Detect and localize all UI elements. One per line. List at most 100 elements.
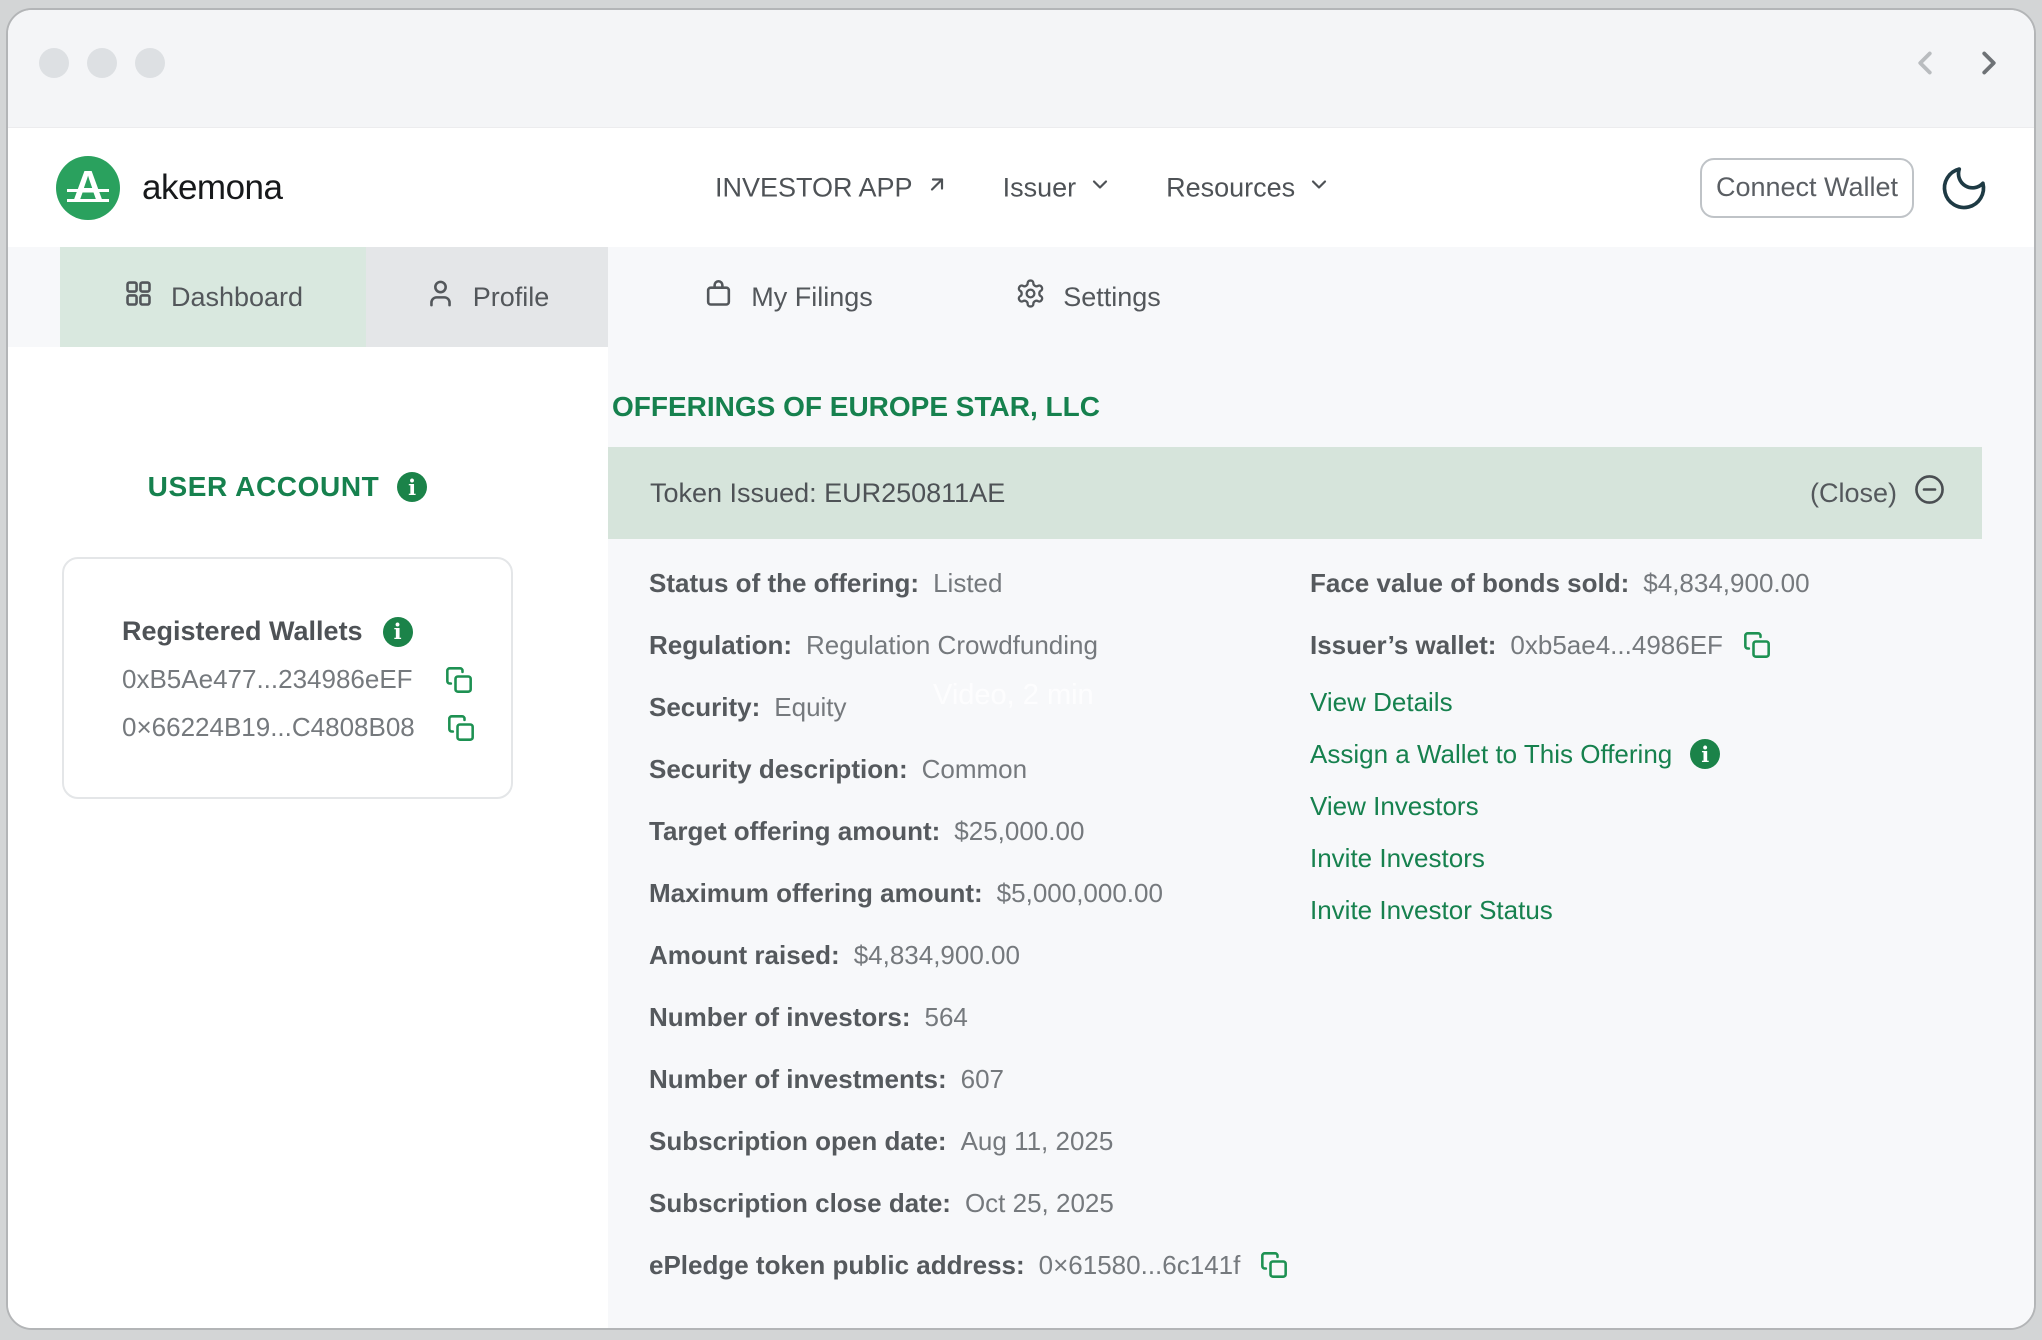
detail-value: 0xb5ae4...4986EF bbox=[1510, 630, 1723, 661]
browser-window: A akemona INVESTOR APP Issuer Resources bbox=[6, 8, 2036, 1330]
detail-label: Maximum offering amount: bbox=[649, 878, 983, 909]
arrow-up-right-icon bbox=[925, 172, 949, 203]
wallet-address: 0×66224B19...C4808B08 bbox=[122, 712, 415, 743]
action-link[interactable]: View Investors bbox=[1310, 780, 2030, 832]
detail-value: $4,834,900.00 bbox=[854, 940, 1020, 971]
chevron-left-icon bbox=[1906, 44, 1944, 87]
action-link[interactable]: Invite Investor Status bbox=[1310, 884, 2030, 936]
detail-value: 607 bbox=[961, 1064, 1004, 1095]
registered-wallets-title: Registered Wallets bbox=[122, 616, 363, 647]
tab-dashboard[interactable]: Dashboard bbox=[60, 247, 366, 347]
info-icon[interactable]: i bbox=[397, 472, 427, 502]
user-icon bbox=[425, 278, 456, 316]
moon-theme-toggle-icon[interactable] bbox=[1932, 156, 1995, 219]
action-link-label: View Details bbox=[1310, 687, 1453, 718]
window-controls bbox=[39, 48, 165, 78]
detail-value: Aug 11, 2025 bbox=[961, 1126, 1114, 1157]
detail-row: Number of investors: 564 bbox=[649, 986, 1288, 1048]
detail-label: Subscription open date: bbox=[649, 1126, 947, 1157]
detail-value: Common bbox=[922, 754, 1027, 785]
action-link-label: Invite Investor Status bbox=[1310, 895, 1553, 926]
nav-resources[interactable]: Resources bbox=[1166, 172, 1331, 203]
chevron-right-icon[interactable] bbox=[1970, 44, 2008, 87]
tab-bar: Dashboard Profile My Filings Settings bbox=[8, 247, 2034, 347]
detail-row: Face value of bonds sold: $4,834,900.00 bbox=[1310, 552, 2030, 614]
window-zoom-dot bbox=[135, 48, 165, 78]
detail-label: Issuer’s wallet: bbox=[1310, 630, 1496, 661]
registered-wallets-card: Registered Wallets i 0xB5Ae477...234986e… bbox=[62, 557, 513, 799]
copy-icon[interactable] bbox=[1743, 631, 1771, 659]
detail-label: Number of investments: bbox=[649, 1064, 947, 1095]
detail-value: $4,834,900.00 bbox=[1643, 568, 1809, 599]
brand-name: akemona bbox=[142, 168, 282, 208]
info-icon[interactable]: i bbox=[1690, 739, 1720, 769]
action-link[interactable]: Invite Investors bbox=[1310, 832, 2030, 884]
action-link-label: Assign a Wallet to This Offering bbox=[1310, 739, 1672, 770]
action-link-label: Invite Investors bbox=[1310, 843, 1485, 874]
tab-my-filings-label: My Filings bbox=[751, 282, 873, 313]
detail-row: Issuer’s wallet: 0xb5ae4...4986EF bbox=[1310, 614, 2030, 676]
action-link[interactable]: View Details bbox=[1310, 676, 2030, 728]
detail-label: Subscription close date: bbox=[649, 1188, 951, 1219]
detail-row: Number of investments: 607 bbox=[649, 1048, 1288, 1110]
grid-icon bbox=[123, 278, 154, 316]
close-label: (Close) bbox=[1810, 478, 1897, 509]
browser-chrome bbox=[8, 10, 2034, 128]
detail-row: Maximum offering amount: $5,000,000.00 bbox=[649, 862, 1288, 924]
detail-label: Security description: bbox=[649, 754, 908, 785]
detail-value: Listed bbox=[933, 568, 1002, 599]
action-link-label: View Investors bbox=[1310, 791, 1479, 822]
detail-label: Number of investors: bbox=[649, 1002, 911, 1033]
detail-label: Target offering amount: bbox=[649, 816, 940, 847]
wallet-list: 0xB5Ae477...234986eEF 0×66224B19...C4808… bbox=[122, 664, 511, 743]
detail-label: Status of the offering: bbox=[649, 568, 919, 599]
copy-icon[interactable] bbox=[445, 666, 473, 694]
tab-profile[interactable]: Profile bbox=[366, 247, 608, 347]
copy-icon[interactable] bbox=[447, 714, 475, 742]
tab-settings[interactable]: Settings bbox=[958, 247, 1218, 347]
token-issued-label: Token Issued: EUR250811AE bbox=[650, 478, 1005, 509]
info-icon[interactable]: i bbox=[383, 617, 413, 647]
detail-value: Regulation Crowdfunding bbox=[806, 630, 1098, 661]
copy-icon[interactable] bbox=[1260, 1251, 1288, 1279]
nav-issuer-label: Issuer bbox=[1003, 172, 1077, 203]
chevron-down-icon bbox=[1307, 172, 1331, 203]
detail-label: Security: bbox=[649, 692, 760, 723]
detail-row: Subscription open date: Aug 11, 2025 bbox=[649, 1110, 1288, 1172]
minus-circle-icon[interactable] bbox=[1913, 473, 1946, 513]
brand-logo[interactable]: A akemona bbox=[56, 156, 282, 220]
offering-details-right: Face value of bonds sold: $4,834,900.00 … bbox=[1310, 552, 2030, 936]
detail-label: Face value of bonds sold: bbox=[1310, 568, 1629, 599]
detail-row: Subscription close date: Oct 25, 2025 bbox=[649, 1172, 1288, 1234]
offering-details-left: Status of the offering: Listed Regulatio… bbox=[649, 552, 1288, 1296]
wallet-row: 0xB5Ae477...234986eEF bbox=[122, 664, 511, 695]
window-close-dot bbox=[39, 48, 69, 78]
detail-value: $5,000,000.00 bbox=[997, 878, 1163, 909]
detail-row: Status of the offering: Listed bbox=[649, 552, 1288, 614]
action-link[interactable]: Assign a Wallet to This Offering i bbox=[1310, 728, 2030, 780]
bag-icon bbox=[703, 278, 734, 316]
token-issued-bar: Token Issued: EUR250811AE (Close) bbox=[608, 447, 1982, 539]
detail-value: 0×61580...6c141f bbox=[1039, 1250, 1241, 1281]
chevron-down-icon bbox=[1088, 172, 1112, 203]
detail-label: Regulation: bbox=[649, 630, 792, 661]
header-nav: INVESTOR APP Issuer Resources bbox=[715, 172, 1331, 203]
offerings-heading: OFFERINGS OF EUROPE STAR, LLC bbox=[612, 391, 1100, 423]
detail-row: Security description: Common bbox=[649, 738, 1288, 800]
offerings-panel: OFFERINGS OF EUROPE STAR, LLC Token Issu… bbox=[608, 347, 2034, 1328]
nav-resources-label: Resources bbox=[1166, 172, 1295, 203]
wallet-row: 0×66224B19...C4808B08 bbox=[122, 712, 511, 743]
offering-action-links: View Details Assign a Wallet to This Off… bbox=[1310, 676, 2030, 936]
detail-value: $25,000.00 bbox=[954, 816, 1084, 847]
detail-row: Amount raised: $4,834,900.00 bbox=[649, 924, 1288, 986]
detail-row: Target offering amount: $25,000.00 bbox=[649, 800, 1288, 862]
nav-investor-app-label: INVESTOR APP bbox=[715, 172, 913, 203]
akemona-logo-icon: A bbox=[56, 156, 120, 220]
tab-dashboard-label: Dashboard bbox=[171, 282, 303, 313]
tab-my-filings[interactable]: My Filings bbox=[648, 247, 928, 347]
tab-profile-label: Profile bbox=[473, 282, 550, 313]
nav-investor-app[interactable]: INVESTOR APP bbox=[715, 172, 949, 203]
nav-issuer[interactable]: Issuer bbox=[1003, 172, 1113, 203]
close-token-section[interactable]: (Close) bbox=[1810, 473, 1946, 513]
connect-wallet-button[interactable]: Connect Wallet bbox=[1700, 158, 1914, 218]
